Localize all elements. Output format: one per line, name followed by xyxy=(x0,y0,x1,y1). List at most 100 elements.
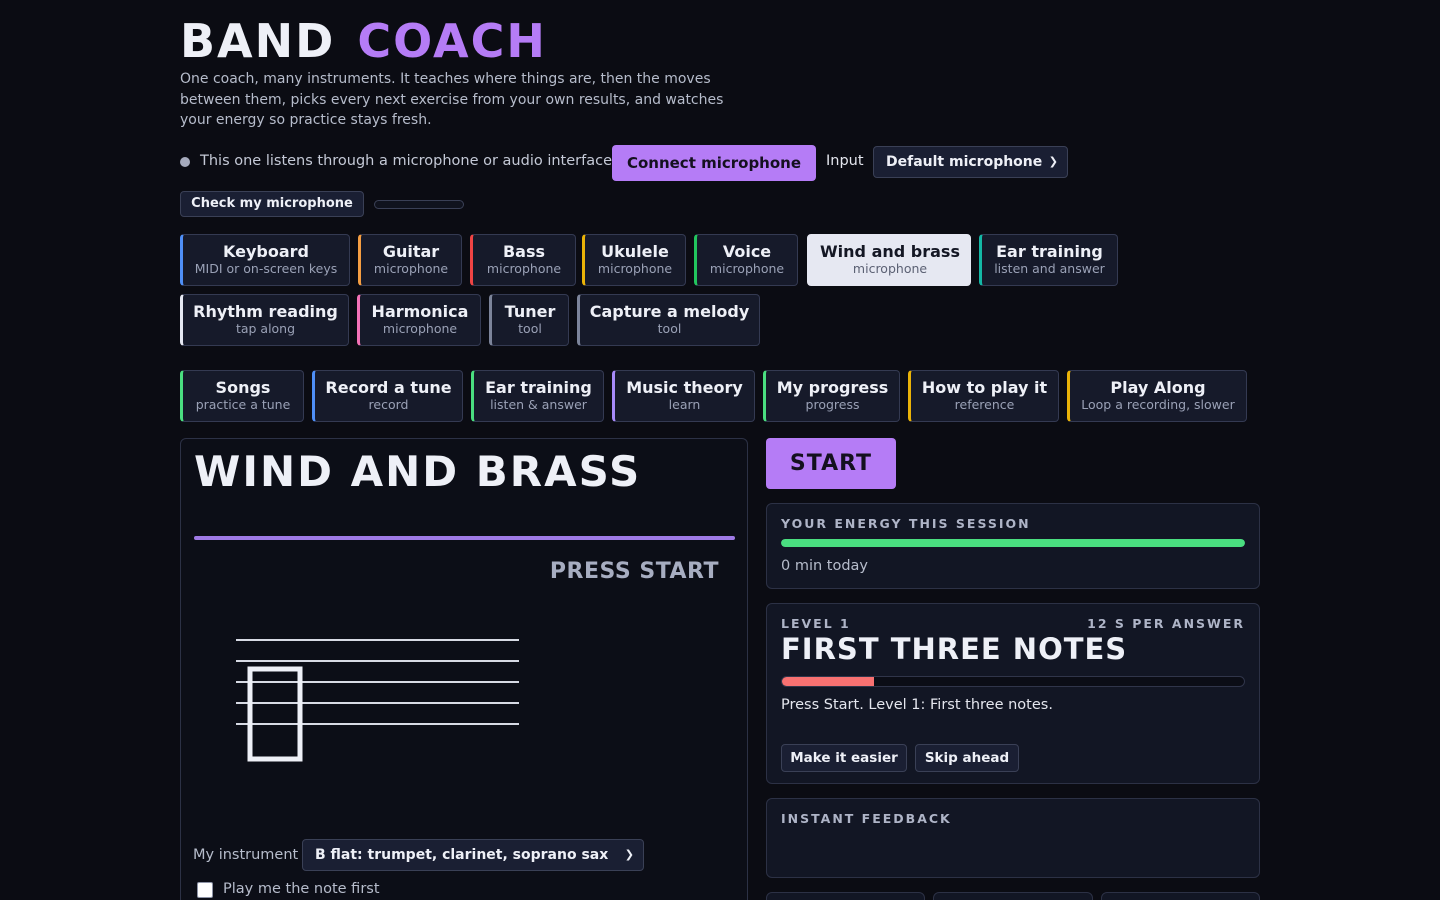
instrument-card-subtitle: microphone xyxy=(709,261,785,276)
instrument-card-title: Capture a melody xyxy=(589,302,750,321)
instrument-card-subtitle: tool xyxy=(657,321,682,336)
instrument-card-title: Voice xyxy=(722,242,772,261)
energy-bar xyxy=(781,539,1245,547)
staff-lines xyxy=(236,639,519,725)
mode-tab-subtitle: reference xyxy=(954,397,1015,412)
instrument-card-tuner[interactable]: Tuner tool xyxy=(489,294,569,346)
instrument-card-subtitle: tool xyxy=(518,321,542,336)
stat-box xyxy=(1101,892,1260,900)
mode-tab-title: How to play it xyxy=(921,378,1048,397)
chevron-down-icon: ❯ xyxy=(1048,155,1058,168)
mode-tab-subtitle: progress xyxy=(805,397,860,412)
mode-tab-title: Play Along xyxy=(1110,378,1206,397)
mode-tab-record-a-tune[interactable]: Record a tune record xyxy=(312,370,463,422)
energy-caption: YOUR ENERGY THIS SESSION xyxy=(781,516,1031,531)
instrument-card-title: Harmonica xyxy=(371,302,469,321)
mode-tab-my-progress[interactable]: My progress progress xyxy=(763,370,900,422)
mode-tab-play-along[interactable]: Play Along Loop a recording, slower xyxy=(1067,370,1247,422)
lesson-panel: WIND AND BRASS PRESS START My instrument… xyxy=(180,438,748,900)
stat-box xyxy=(766,892,925,900)
instrument-card-subtitle: tap along xyxy=(235,321,296,336)
level-progress-fill xyxy=(782,677,875,686)
instrument-card-wind-and-brass[interactable]: Wind and brass microphone xyxy=(807,234,971,286)
instrument-card-title: Rhythm reading xyxy=(193,302,338,321)
instrument-label: My instrument xyxy=(193,847,299,863)
skip-ahead-button[interactable]: Skip ahead xyxy=(915,744,1019,772)
stat-box xyxy=(933,892,1093,900)
feedback-caption: INSTANT FEEDBACK xyxy=(781,811,952,826)
mode-tab-subtitle: Loop a recording, slower xyxy=(1081,397,1235,412)
make-easier-button[interactable]: Make it easier xyxy=(781,744,907,772)
instrument-card-bass[interactable]: Bass microphone xyxy=(470,234,576,286)
mode-tab-subtitle: learn xyxy=(668,397,701,412)
play-note-first-label: Play me the note first xyxy=(223,881,380,897)
mode-tab-title: My progress xyxy=(776,378,889,397)
mic-note: This one listens through a microphone or… xyxy=(200,153,617,169)
mode-tab-subtitle: listen & answer xyxy=(490,397,587,412)
mode-tab-songs[interactable]: Songs practice a tune xyxy=(180,370,304,422)
play-note-first-checkbox[interactable] xyxy=(197,882,213,898)
input-device-select[interactable]: Default microphone ❯ xyxy=(873,146,1068,178)
mode-tab-title: Record a tune xyxy=(325,378,452,397)
instrument-card-guitar[interactable]: Guitar microphone xyxy=(358,234,462,286)
level-card: LEVEL 1 12 S PER ANSWER FIRST THREE NOTE… xyxy=(766,603,1260,784)
time-per-answer: 12 S PER ANSWER xyxy=(1087,616,1245,631)
app-title-part1: BAND xyxy=(180,14,336,68)
instrument-card-keyboard[interactable]: Keyboard MIDI or on-screen keys xyxy=(180,234,350,286)
instrument-card-subtitle: microphone xyxy=(597,261,673,276)
mic-level-meter xyxy=(374,200,464,209)
instrument-card-rhythm-reading[interactable]: Rhythm reading tap along xyxy=(180,294,349,346)
start-button[interactable]: START xyxy=(766,438,896,489)
level-message: Press Start. Level 1: First three notes. xyxy=(781,697,1053,713)
music-staff xyxy=(236,639,519,762)
mode-tab-title: Music theory xyxy=(626,378,743,397)
microphone-bar: This one listens through a microphone or… xyxy=(180,145,1180,181)
instrument-card-subtitle: microphone xyxy=(373,261,449,276)
instrument-card-subtitle: microphone xyxy=(852,261,928,276)
check-microphone-button[interactable]: Check my microphone xyxy=(180,191,364,217)
lesson-title: WIND AND BRASS xyxy=(194,447,642,496)
mic-status-dot-icon xyxy=(180,157,190,167)
energy-card: YOUR ENERGY THIS SESSION 0 min today xyxy=(766,503,1260,589)
app-title: BAND COACH xyxy=(180,14,547,68)
energy-bar-fill xyxy=(781,539,1245,547)
connect-microphone-button[interactable]: Connect microphone xyxy=(612,145,816,181)
instrument-card-subtitle: microphone xyxy=(382,321,458,336)
instrument-card-capture-a-melody[interactable]: Capture a melody tool xyxy=(577,294,760,346)
prompt-text: PRESS START xyxy=(549,559,719,584)
instrument-card-ukulele[interactable]: Ukulele microphone xyxy=(582,234,686,286)
instrument-select-value: B flat: trumpet, clarinet, soprano sax xyxy=(315,847,609,863)
instrument-card-title: Ear training xyxy=(996,242,1103,261)
instrument-card-subtitle: listen and answer xyxy=(994,261,1105,276)
mode-tab-subtitle: practice a tune xyxy=(195,397,291,412)
level-title: FIRST THREE NOTES xyxy=(781,632,1128,666)
app-title-part2: COACH xyxy=(357,14,547,68)
input-device-value: Default microphone xyxy=(886,154,1043,170)
lesson-progress-fill xyxy=(194,536,735,540)
instrument-card-subtitle: MIDI or on-screen keys xyxy=(194,261,338,276)
instrument-card-title: Bass xyxy=(502,242,546,261)
minutes-today: 0 min today xyxy=(781,558,869,574)
level-number: LEVEL 1 xyxy=(781,616,851,631)
mode-tab-how-to-play-it[interactable]: How to play it reference xyxy=(908,370,1059,422)
mode-tab-subtitle: record xyxy=(368,397,409,412)
instrument-card-title: Ukulele xyxy=(601,242,669,261)
instrument-card-title: Tuner xyxy=(504,302,556,321)
instant-feedback-card: INSTANT FEEDBACK xyxy=(766,798,1260,878)
instrument-select[interactable]: B flat: trumpet, clarinet, soprano sax ❯ xyxy=(302,839,644,871)
mode-tab-ear-training[interactable]: Ear training listen & answer xyxy=(471,370,604,422)
instrument-card-title: Wind and brass xyxy=(820,242,960,261)
level-progress-bar xyxy=(781,676,1245,687)
instrument-card-ear-training[interactable]: Ear training listen and answer xyxy=(979,234,1118,286)
mode-tab-music-theory[interactable]: Music theory learn xyxy=(612,370,755,422)
instrument-card-subtitle: microphone xyxy=(486,261,562,276)
instrument-card-voice[interactable]: Voice microphone xyxy=(694,234,798,286)
mode-tab-title: Songs xyxy=(215,378,271,397)
instrument-card-harmonica[interactable]: Harmonica microphone xyxy=(357,294,481,346)
instrument-card-title: Keyboard xyxy=(223,242,309,261)
lesson-progress-bar xyxy=(194,536,735,540)
mode-tab-title: Ear training xyxy=(485,378,592,397)
input-label: Input xyxy=(826,153,864,169)
instrument-card-title: Guitar xyxy=(382,242,440,261)
chevron-down-icon: ❯ xyxy=(624,848,634,861)
